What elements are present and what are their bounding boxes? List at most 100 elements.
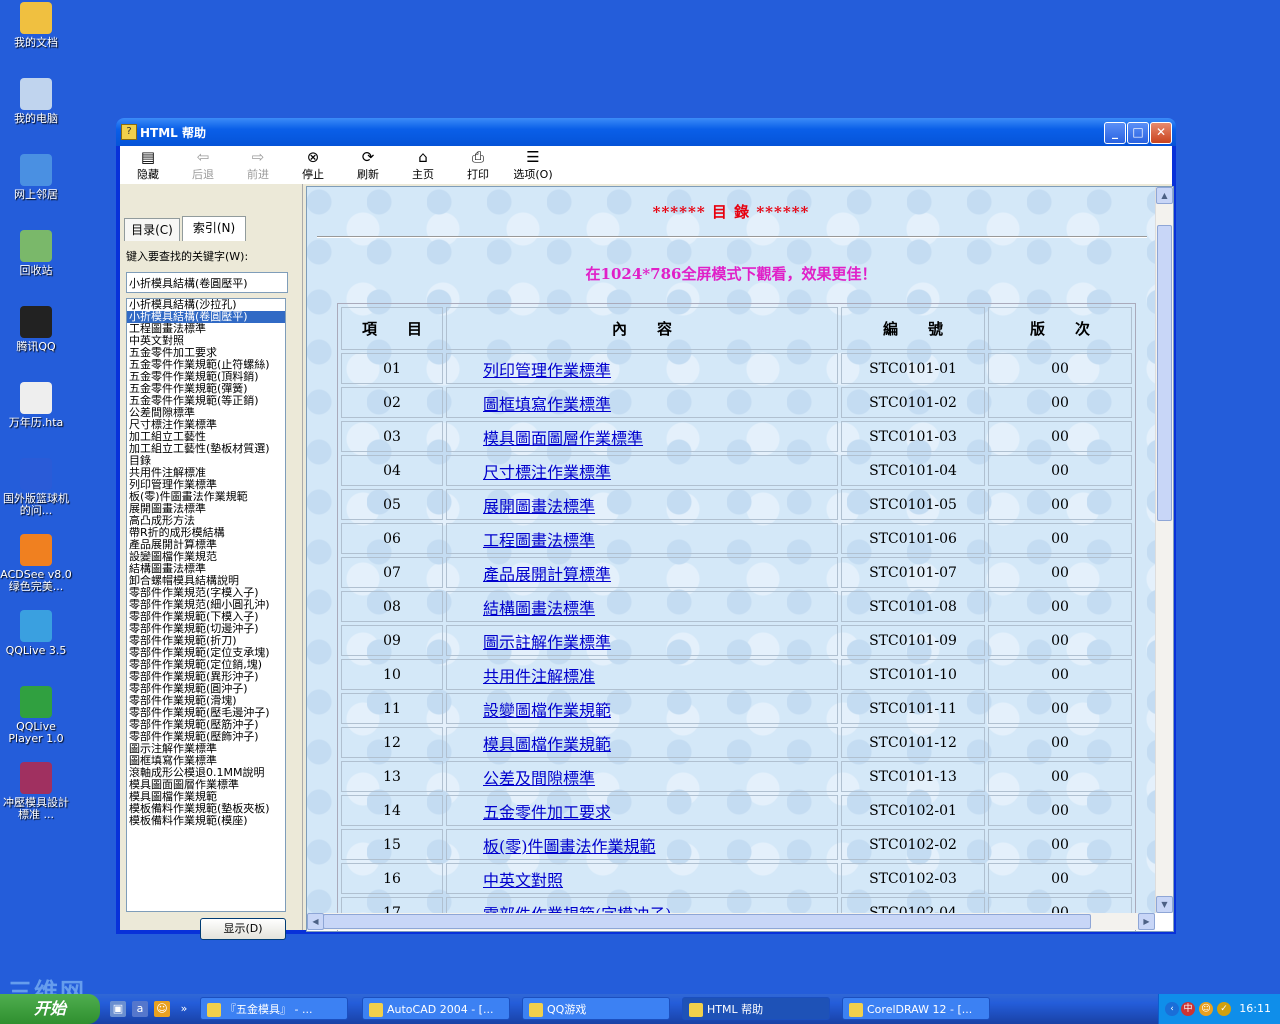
index-list-item[interactable]: 零部件作業規范(字模入子)	[127, 587, 285, 599]
show-desktop-icon[interactable]: ▣	[110, 1001, 126, 1017]
vertical-scrollbar[interactable]: ▲ ▼	[1155, 187, 1173, 913]
index-list-item[interactable]: 零部件作業規范(細小圓孔沖)	[127, 599, 285, 611]
qq-tray-icon[interactable]: ☺	[1199, 1002, 1213, 1016]
desktop-icon[interactable]: 网上邻居	[0, 154, 72, 201]
index-list-item[interactable]: 五金零件作業規範(等正銷)	[127, 395, 285, 407]
index-list-item[interactable]: 帶R折的成形模結構	[127, 527, 285, 539]
keyword-input[interactable]	[126, 272, 288, 293]
desktop-icon[interactable]: 国外版篮球机的问...	[0, 458, 72, 517]
index-list-item[interactable]: 中英文對照	[127, 335, 285, 347]
horizontal-scrollbar[interactable]: ◀ ▶	[307, 913, 1155, 930]
index-list-item[interactable]: 圖示注解作業標準	[127, 743, 285, 755]
index-list-item[interactable]: 零部件作業規範(折刀)	[127, 635, 285, 647]
index-list-item[interactable]: 零部件作業規範(壓飾沖子)	[127, 731, 285, 743]
index-list-item[interactable]: 板(零)件圖畫法作業規範	[127, 491, 285, 503]
index-list[interactable]: 小折模具結構(沙拉孔) 小折模具結構(卷圓壓平) 工程圖畫法標準 中英文對照 五金零件加…	[126, 298, 286, 912]
forward-button[interactable]: ⇨ 前进	[232, 148, 284, 182]
index-list-item[interactable]: 卸合螺帽模具結構說明	[127, 575, 285, 587]
index-list-item[interactable]: 高凸成形方法	[127, 515, 285, 527]
tab-index[interactable]: 索引(N)	[182, 216, 246, 241]
desktop-icon[interactable]: QQLive Player 1.0	[0, 686, 72, 745]
row-content-link[interactable]: 共用件注解標准	[483, 667, 595, 686]
index-list-item[interactable]: 零部件作業規範(壓筋沖子)	[127, 719, 285, 731]
index-list-item[interactable]: 工程圖畫法標準	[127, 323, 285, 335]
index-list-item[interactable]: 五金零件加工要求	[127, 347, 285, 359]
row-content-link[interactable]: 產品展開計算標準	[483, 565, 611, 584]
index-list-item[interactable]: 零部件作業規範(滑塊)	[127, 695, 285, 707]
index-list-item[interactable]: 零部件作業規範(異形沖子)	[127, 671, 285, 683]
stop-button[interactable]: ⊗ 停止	[287, 148, 339, 182]
index-list-item[interactable]: 設變圖檔作業規范	[127, 551, 285, 563]
start-button[interactable]: 开始	[0, 994, 100, 1024]
print-button[interactable]: ⎙ 打印	[452, 148, 504, 182]
desktop-icon[interactable]: ACDSee v8.0 绿色完美...	[0, 534, 72, 593]
index-list-item[interactable]: 圖框填寫作業標準	[127, 755, 285, 767]
index-list-item[interactable]: 模具圖檔作業規範	[127, 791, 285, 803]
index-list-item[interactable]: 零部件作業規範(定位銷,塊)	[127, 659, 285, 671]
index-list-item[interactable]: 公差間隙標準	[127, 407, 285, 419]
index-list-item[interactable]: 加工組立工藝性	[127, 431, 285, 443]
home-button[interactable]: ⌂ 主页	[397, 148, 449, 182]
vertical-scroll-thumb[interactable]	[1157, 225, 1172, 521]
index-list-item[interactable]: 模板備料作業規範(墊板夾板)	[127, 803, 285, 815]
autocad-quicklaunch-icon[interactable]: a	[132, 1001, 148, 1017]
index-list-item[interactable]: 小折模具結構(沙拉孔)	[127, 299, 285, 311]
qq-quicklaunch-icon[interactable]: ☺	[154, 1001, 170, 1017]
taskbar-button[interactable]: QQ游戏	[522, 997, 670, 1020]
horizontal-scroll-thumb[interactable]	[323, 914, 1091, 929]
desktop-icon[interactable]: 回收站	[0, 230, 72, 277]
row-content-link[interactable]: 展開圖畫法標準	[483, 497, 595, 516]
index-list-item[interactable]: 模板備料作業規範(模座)	[127, 815, 285, 827]
index-list-item[interactable]: 五金零件作業規範(頂料銷)	[127, 371, 285, 383]
index-list-item[interactable]: 加工組立工藝性(墊板材質選)	[127, 443, 285, 455]
quicklaunch-expand-icon[interactable]: »	[176, 1001, 192, 1017]
refresh-button[interactable]: ⟳ 刷新	[342, 148, 394, 182]
scroll-right-icon[interactable]: ▶	[1138, 913, 1155, 930]
desktop-icon[interactable]: 我的文档	[0, 2, 72, 49]
hide-button[interactable]: ▤ 隐藏	[122, 148, 174, 182]
desktop-icon[interactable]: 腾讯QQ	[0, 306, 72, 353]
display-button[interactable]: 显示(D)	[200, 918, 286, 940]
tray-expand-icon[interactable]: ‹	[1165, 1002, 1179, 1016]
maximize-button[interactable]: □	[1127, 122, 1149, 144]
index-list-item[interactable]: 目錄	[127, 455, 285, 467]
input-method-icon[interactable]: 中	[1181, 1002, 1195, 1016]
index-list-item[interactable]: 小折模具結構(卷圓壓平)	[127, 311, 285, 323]
row-content-link[interactable]: 公差及間隙標準	[483, 769, 595, 788]
desktop-icon[interactable]: 我的电脑	[0, 78, 72, 125]
options-button[interactable]: ☰ 选项(O)	[507, 148, 559, 182]
row-content-link[interactable]: 結構圖畫法標準	[483, 599, 595, 618]
row-content-link[interactable]: 圖框填寫作業標準	[483, 395, 611, 414]
row-content-link[interactable]: 板(零)件圖畫法作業規範	[483, 837, 656, 856]
desktop-icon[interactable]: QQLive 3.5	[0, 610, 72, 657]
row-content-link[interactable]: 尺寸標注作業標準	[483, 463, 611, 482]
index-list-item[interactable]: 產品展開計算標準	[127, 539, 285, 551]
row-content-link[interactable]: 工程圖畫法標準	[483, 531, 595, 550]
row-content-link[interactable]: 模具圖檔作業規範	[483, 735, 611, 754]
minimize-button[interactable]: _	[1104, 122, 1126, 144]
scroll-up-icon[interactable]: ▲	[1156, 187, 1173, 204]
security-shield-icon[interactable]: ✓	[1217, 1002, 1231, 1016]
index-list-item[interactable]: 零部件作業規範(下模入子)	[127, 611, 285, 623]
index-list-item[interactable]: 滾軸成形公模退0.1MM說明	[127, 767, 285, 779]
back-button[interactable]: ⇦ 后退	[177, 148, 229, 182]
taskbar-button[interactable]: HTML 帮助	[682, 997, 830, 1020]
title-bar[interactable]: ? HTML 帮助 _ □ ✕	[116, 118, 1176, 146]
index-list-item[interactable]: 零部件作業規範(壓毛邊沖子)	[127, 707, 285, 719]
index-list-item[interactable]: 展開圖畫法標準	[127, 503, 285, 515]
index-list-item[interactable]: 五金零件作業規範(彈簧)	[127, 383, 285, 395]
index-list-item[interactable]: 零部件作業規範(定位支承塊)	[127, 647, 285, 659]
scroll-left-icon[interactable]: ◀	[307, 913, 324, 930]
index-list-item[interactable]: 零部件作業規範(圓沖子)	[127, 683, 285, 695]
index-list-item[interactable]: 共用件注解標准	[127, 467, 285, 479]
close-button[interactable]: ✕	[1150, 122, 1172, 144]
row-content-link[interactable]: 模具圖面圖層作業標準	[483, 429, 643, 448]
row-content-link[interactable]: 列印管理作業標準	[483, 361, 611, 380]
index-list-item[interactable]: 五金零件作業規範(止符螺絲)	[127, 359, 285, 371]
taskbar-button[interactable]: CorelDRAW 12 - [...	[842, 997, 990, 1020]
tab-contents[interactable]: 目录(C)	[124, 218, 180, 241]
index-list-item[interactable]: 結構圖畫法標準	[127, 563, 285, 575]
index-list-item[interactable]: 模具圖面圖層作業標準	[127, 779, 285, 791]
desktop-icon[interactable]: 冲壓模具設計標准 ...	[0, 762, 72, 821]
row-content-link[interactable]: 五金零件加工要求	[483, 803, 611, 822]
